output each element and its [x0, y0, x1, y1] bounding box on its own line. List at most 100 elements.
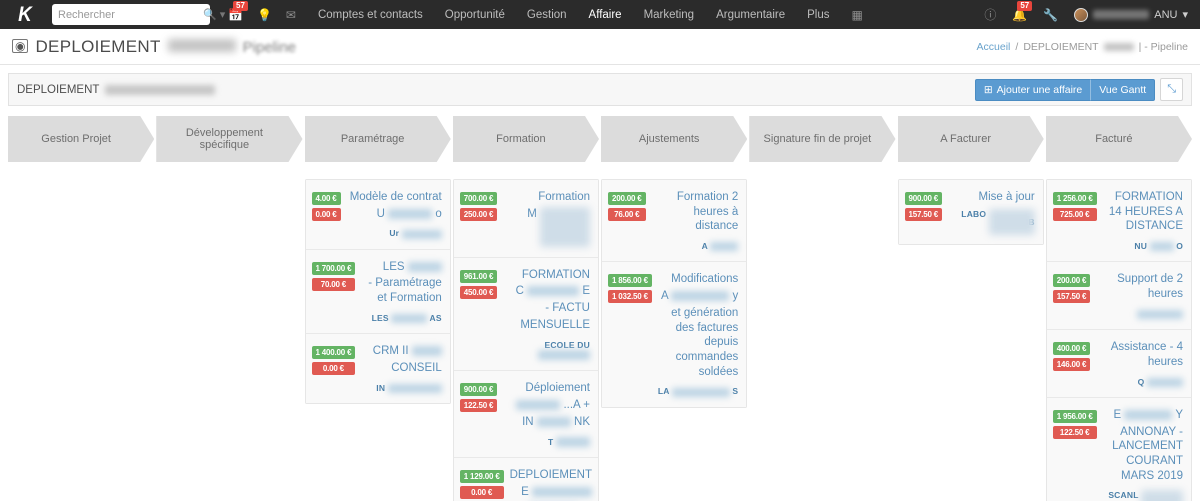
menu-item-argumentaire[interactable]: Argumentaire: [716, 9, 785, 21]
deal-card[interactable]: 200.00 € 76.00 € Formation 2 heures à di…: [601, 179, 748, 262]
amount-margin: 157.50 €: [904, 208, 943, 221]
deal-card[interactable]: 400.00 € 146.00 € Assistance - 4 heures …: [1045, 329, 1192, 397]
deal-name-line2: C E: [503, 284, 590, 299]
card-body: DEPLOIEMENT E M N): [504, 468, 593, 501]
deal-card[interactable]: 1 700.00 € 70.00 € LES - Paramétrage et …: [304, 248, 451, 334]
deal-name: Formation: [538, 191, 590, 203]
menu-item-marketing[interactable]: Marketing: [644, 9, 695, 21]
menu-item-comptes-et-contacts[interactable]: Comptes et contacts: [318, 9, 423, 21]
menu-item-opportunite[interactable]: Opportunité: [445, 9, 505, 21]
deal-name-blurred: [527, 286, 580, 297]
client-suffix: O: [1176, 241, 1183, 252]
calendar-icon[interactable]: 📅 57: [228, 0, 248, 22]
amount-total: 1 700.00 €: [311, 261, 356, 275]
deal-name-prefix: A: [661, 290, 669, 303]
deal-name-line2: A y: [658, 289, 738, 304]
menu-item-plus[interactable]: Plus: [807, 9, 829, 21]
deal-card[interactable]: 1 256.00 € 725.00 € FORMATION 14 HEURES …: [1045, 179, 1192, 262]
help-icon[interactable]: ⓘ: [984, 6, 996, 23]
client-blurred: [988, 208, 1035, 235]
stage-header-parametrage[interactable]: Paramétrage: [305, 116, 451, 162]
add-affaire-button[interactable]: ⊞ Ajouter une affaire: [974, 78, 1091, 101]
chevron-down-icon[interactable]: ▾: [1182, 8, 1188, 21]
stage-header-ajustements[interactable]: Ajustements: [601, 116, 747, 162]
stage-header-gestion-projet[interactable]: Gestion Projet: [8, 116, 154, 162]
stage-header-signature-fin-de-projet[interactable]: Signature fin de projet: [749, 116, 895, 162]
breadcrumb-home[interactable]: Accueil: [977, 41, 1011, 53]
client-blurred: [1149, 242, 1174, 252]
avatar: [1074, 7, 1089, 22]
deal-card[interactable]: 1 129.00 € 0.00 € DEPLOIEMENT E M N): [452, 457, 599, 501]
grid-apps-icon[interactable]: ▦: [852, 8, 863, 22]
client-name: Ur: [347, 228, 442, 239]
client-name: [1096, 309, 1183, 320]
deal-card[interactable]: 961.00 € 450.00 € FORMATION C E - FACTU …: [452, 256, 599, 371]
fullscreen-expand-button[interactable]: ⤡: [1160, 78, 1183, 101]
client-blurred: [538, 350, 590, 361]
amount-badges: 900.00 € 157.50 €: [904, 190, 943, 234]
gantt-view-button[interactable]: Vue Gantt: [1090, 78, 1156, 101]
deal-name-suffix: Y: [1175, 408, 1183, 421]
amount-total: 1 956.00 €: [1052, 409, 1097, 423]
stage-header-facture[interactable]: Facturé: [1046, 116, 1192, 162]
pipeline-column-developpement-specifique: Développement spécifique: [156, 116, 302, 501]
card-body: Formation 2 heures à distance A: [646, 190, 739, 252]
pipeline-column-a-facturer: A Facturer 900.00 € 157.50 € Mise à jour…: [897, 116, 1044, 501]
client-prefix: A: [701, 241, 708, 252]
card-list-parametrage: 4.00 € 0.00 € Modèle de contrat U o Ur 1…: [304, 179, 451, 404]
deal-name-line2: ...A +: [503, 398, 590, 413]
filter-icon[interactable]: ▾: [220, 8, 226, 21]
amount-badges: 1 256.00 € 725.00 €: [1052, 190, 1097, 251]
amount-badges: 1 400.00 € 0.00 €: [311, 344, 356, 393]
notifications-bell-icon[interactable]: 🔔 57: [1012, 0, 1033, 22]
deal-name: DEPLOIEMENT: [509, 469, 593, 482]
deal-name-prefix: E: [521, 485, 529, 498]
search-icon[interactable]: 🔍: [203, 8, 217, 21]
username-blurred: [1093, 10, 1150, 19]
deal-name: Modifications: [671, 273, 739, 286]
deal-card[interactable]: 900.00 € 157.50 € Mise à jour LABO EMB: [897, 179, 1044, 245]
client-blurred: [1147, 377, 1183, 387]
amount-badges: 1 856.00 € 1 032.50 €: [608, 272, 652, 396]
deal-name: FORMATION 14 HEURES A DISTANCE: [1108, 191, 1183, 233]
amount-badges: 961.00 € 450.00 €: [459, 268, 498, 361]
amount-margin: 0.00 €: [459, 486, 504, 500]
deal-name: FORMATION: [521, 268, 590, 281]
search-box[interactable]: 🔍 ▾: [52, 4, 225, 25]
stage-header-developpement-specifique[interactable]: Développement spécifique: [156, 116, 302, 162]
user-menu[interactable]: ANU ▾: [1074, 7, 1188, 22]
app-logo[interactable]: K: [10, 0, 41, 29]
amount-badges: 900.00 € 122.50 €: [459, 381, 498, 447]
deal-name: LES: [361, 260, 442, 275]
search-input[interactable]: [58, 8, 200, 21]
deal-name-blurred: [540, 206, 590, 247]
card-body: Déploiement ...A + IN NK T: [497, 381, 590, 448]
stage-header-a-facturer[interactable]: A Facturer: [898, 116, 1044, 162]
deal-card[interactable]: 4.00 € 0.00 € Modèle de contrat U o Ur: [304, 179, 451, 249]
mail-icon[interactable]: ✉: [286, 8, 296, 22]
deal-name-line4: MENSUELLE: [520, 318, 590, 331]
amount-margin: 450.00 €: [459, 285, 498, 299]
breadcrumb-current: DEPLOIEMENT: [1023, 40, 1099, 53]
menu-item-gestion[interactable]: Gestion: [527, 9, 567, 21]
deal-card[interactable]: 1 400.00 € 0.00 € CRM II CONSEIL IN: [304, 333, 451, 404]
lightbulb-icon[interactable]: 💡: [257, 8, 272, 22]
deal-card[interactable]: 1 956.00 € 122.50 € E Y ANNONAY - LANCEM…: [1045, 396, 1192, 501]
settings-wrench-icon[interactable]: 🔧: [1043, 8, 1058, 22]
amount-total: 200.00 €: [608, 192, 646, 205]
client-name: LA S: [658, 386, 738, 397]
deal-name-prefix: IN: [522, 415, 534, 428]
deal-card[interactable]: 700.00 € 250.00 € Formation M: [452, 179, 599, 257]
card-body: LES - Paramétrage et Formation LES AS: [355, 260, 442, 324]
stage-header-formation[interactable]: Formation: [453, 116, 599, 162]
menu-item-affaire[interactable]: Affaire: [589, 9, 622, 21]
deal-name-line3: IN NK: [503, 415, 590, 430]
client-name: A: [652, 241, 739, 252]
toolbar-title-blurred-part: [105, 84, 216, 95]
deal-card[interactable]: 900.00 € 122.50 € Déploiement ...A + IN …: [452, 370, 599, 458]
deal-card[interactable]: 1 856.00 € 1 032.50 € Modifications A y …: [601, 261, 748, 408]
deal-name: Déploiement: [525, 382, 590, 395]
client-prefix: LES: [371, 312, 389, 323]
deal-name-blurred: [532, 486, 593, 497]
deal-card[interactable]: 200.00 € 157.50 € Support de 2 heures: [1045, 261, 1192, 330]
